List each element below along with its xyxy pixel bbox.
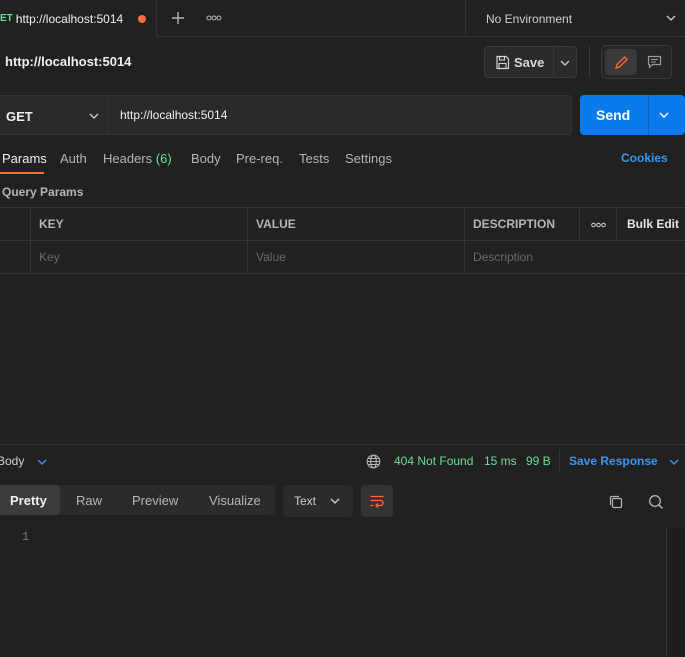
tab-params[interactable]: Params [2, 151, 47, 166]
environment-label: No Environment [486, 11, 573, 26]
bulk-edit-button[interactable]: Bulk Edit [627, 217, 679, 231]
unsaved-dot-icon [138, 14, 147, 23]
wrap-lines-button[interactable] [361, 485, 393, 517]
response-scrollbar[interactable] [666, 527, 685, 657]
response-section-selector[interactable]: Body [0, 454, 47, 468]
tab-title: http://localhost:5014 [15, 11, 124, 26]
save-response-button[interactable]: Save Response [569, 454, 679, 468]
view-pretty[interactable]: Pretty [0, 485, 60, 515]
table-header-row: KEY VALUE DESCRIPTION Bulk Edit [0, 208, 685, 241]
globe-icon[interactable] [365, 453, 381, 469]
column-divider [464, 208, 465, 273]
tab-method: ET [0, 13, 13, 24]
save-options-chevron-icon[interactable] [559, 57, 571, 69]
more-tabs-icon[interactable] [205, 10, 223, 26]
chevron-down-icon [37, 459, 47, 465]
query-params-title: Query Params [2, 185, 84, 199]
comment-icon [647, 55, 662, 69]
chevron-down-icon [665, 12, 677, 24]
request-tab[interactable]: ET http://localhost:5014 [0, 0, 157, 37]
status-code[interactable]: 404 Not Found [394, 454, 473, 468]
param-key-input[interactable] [39, 247, 239, 267]
send-button[interactable]: Send [580, 95, 685, 135]
save-button[interactable]: Save [484, 46, 577, 78]
pencil-icon [614, 55, 629, 70]
tab-settings[interactable]: Settings [345, 151, 392, 166]
response-divider[interactable] [0, 444, 685, 445]
column-description: DESCRIPTION [473, 217, 556, 231]
send-divider [648, 95, 649, 135]
active-tab-indicator [0, 172, 44, 174]
save-icon [494, 54, 510, 70]
tab-auth[interactable]: Auth [60, 151, 87, 166]
tab-headers[interactable]: Headers (6) [103, 151, 172, 166]
chevron-down-icon [329, 496, 341, 506]
chevron-down-icon [88, 110, 100, 122]
url-input[interactable] [109, 95, 572, 135]
new-tab-plus-icon[interactable] [170, 10, 186, 26]
format-selector[interactable]: Text [283, 485, 353, 517]
headers-count: (6) [155, 151, 172, 166]
view-raw[interactable]: Raw [76, 485, 102, 515]
view-preview[interactable]: Preview [132, 485, 178, 515]
save-label: Save [514, 55, 545, 70]
toolbar-divider [589, 46, 590, 78]
copy-icon[interactable] [607, 493, 625, 511]
column-divider [579, 208, 580, 241]
tab-prereq[interactable]: Pre-req. [236, 151, 283, 166]
edit-mode-button[interactable] [605, 49, 637, 75]
more-options-icon[interactable] [590, 221, 606, 229]
tab-headers-label: Headers [103, 151, 153, 166]
send-options-chevron-icon[interactable] [658, 109, 670, 121]
cookies-link[interactable]: Cookies [621, 151, 668, 165]
column-divider [30, 208, 31, 273]
line-number: 1 [22, 530, 30, 544]
save-response-label: Save Response [569, 454, 658, 468]
column-divider [247, 208, 248, 273]
response-view-switcher: Pretty Raw Preview Visualize [0, 485, 275, 515]
response-time[interactable]: 15 ms [484, 454, 517, 468]
chevron-down-icon [669, 459, 679, 465]
search-icon[interactable] [647, 493, 665, 511]
method-label: GET [6, 109, 33, 124]
tab-body[interactable]: Body [191, 151, 221, 166]
response-meta-divider [559, 450, 560, 472]
view-mode-group [601, 45, 672, 79]
tab-bar: ET http://localhost:5014 No Environment [0, 0, 685, 37]
request-title[interactable]: http://localhost:5014 [5, 54, 131, 69]
send-label: Send [596, 107, 631, 123]
query-params-table: KEY VALUE DESCRIPTION Bulk Edit [0, 207, 685, 274]
method-selector[interactable]: GET [0, 95, 109, 135]
response-size[interactable]: 99 B [526, 454, 551, 468]
column-key: KEY [39, 217, 64, 231]
save-divider [553, 47, 554, 77]
response-section-label: Body [0, 454, 25, 468]
view-visualize[interactable]: Visualize [209, 485, 261, 515]
param-description-input[interactable] [473, 247, 673, 267]
tab-tests[interactable]: Tests [299, 151, 329, 166]
comments-button[interactable] [639, 49, 669, 75]
format-label: Text [294, 494, 317, 508]
column-divider [616, 208, 617, 241]
param-value-input[interactable] [256, 247, 456, 267]
table-row [0, 241, 685, 273]
column-value: VALUE [256, 217, 296, 231]
environment-selector[interactable]: No Environment [465, 0, 685, 37]
wrap-lines-icon [369, 494, 385, 508]
